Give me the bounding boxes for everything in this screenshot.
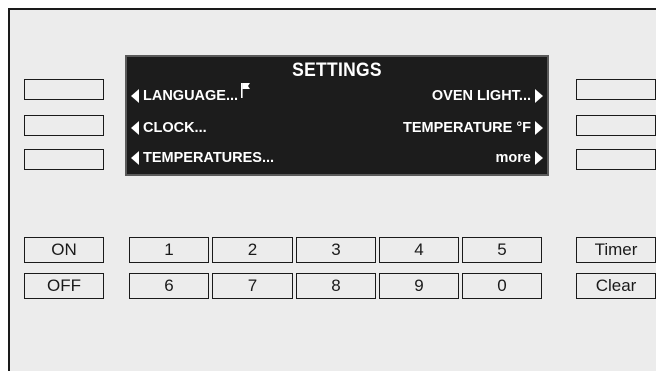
timer-button[interactable]: Timer (576, 237, 656, 263)
option-oven-light-label: OVEN LIGHT... (431, 88, 531, 104)
option-temperature-unit-label: TEMPERATURE °F (403, 120, 531, 136)
option-temperature-unit[interactable]: TEMPERATURE °F (403, 120, 543, 136)
on-button[interactable]: ON (24, 237, 104, 263)
option-language-label: LANGUAGE... (143, 88, 239, 104)
flag-icon (240, 82, 251, 102)
softkey-left-2[interactable] (24, 115, 104, 136)
key-5[interactable]: 5 (462, 237, 542, 263)
key-8[interactable]: 8 (296, 273, 376, 299)
softkey-right-3[interactable] (576, 149, 656, 170)
key-1[interactable]: 1 (129, 237, 209, 263)
display-title: SETTINGS (292, 60, 382, 81)
option-temperatures-label: TEMPERATURES... (143, 150, 275, 166)
softkey-right-1[interactable] (576, 79, 656, 100)
option-clock-label: CLOCK... (143, 120, 207, 136)
left-arrow-icon (131, 121, 139, 135)
key-4[interactable]: 4 (379, 237, 459, 263)
left-arrow-icon (131, 151, 139, 165)
key-9[interactable]: 9 (379, 273, 459, 299)
right-arrow-icon (535, 121, 543, 135)
softkey-left-3[interactable] (24, 149, 104, 170)
softkey-left-1[interactable] (24, 79, 104, 100)
key-7[interactable]: 7 (212, 273, 293, 299)
key-6[interactable]: 6 (129, 273, 209, 299)
option-more[interactable]: more (496, 150, 543, 166)
settings-display: SETTINGS LANGUAGE... CLOCK... TEMPERATUR… (125, 55, 549, 176)
left-arrow-icon (131, 89, 139, 103)
option-oven-light[interactable]: OVEN LIGHT... (432, 88, 543, 104)
clear-button[interactable]: Clear (576, 273, 656, 299)
option-clock[interactable]: CLOCK... (131, 120, 207, 136)
option-language[interactable]: LANGUAGE... (131, 83, 251, 104)
right-arrow-icon (535, 89, 543, 103)
right-arrow-icon (535, 151, 543, 165)
option-temperatures[interactable]: TEMPERATURES... (131, 150, 274, 166)
key-3[interactable]: 3 (296, 237, 376, 263)
option-more-label: more (495, 150, 531, 166)
key-2[interactable]: 2 (212, 237, 293, 263)
key-0[interactable]: 0 (462, 273, 542, 299)
softkey-right-2[interactable] (576, 115, 656, 136)
off-button[interactable]: OFF (24, 273, 104, 299)
